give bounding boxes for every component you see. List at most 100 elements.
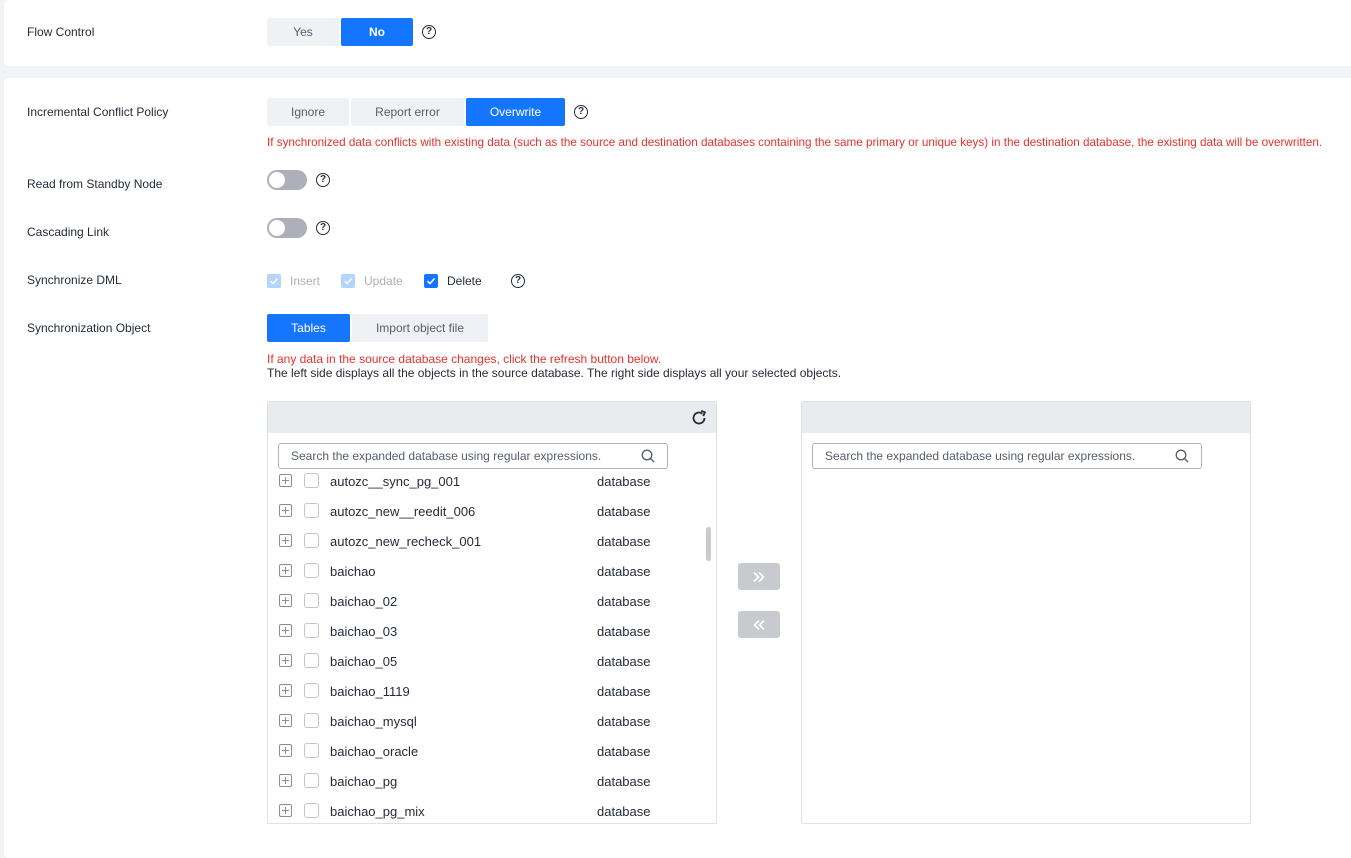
sync-dml-label: Synchronize DML <box>27 273 122 287</box>
cascading-link-help-icon[interactable]: ? <box>316 221 330 235</box>
flow-control-label: Flow Control <box>27 25 95 39</box>
expand-icon[interactable] <box>279 774 292 787</box>
conflict-overwrite-button[interactable]: Overwrite <box>466 98 565 126</box>
sync-object-import-button[interactable]: Import object file <box>352 314 488 342</box>
list-item: baichao_mysql database <box>268 707 716 737</box>
sync-object-refresh-note: If any data in the source database chang… <box>267 352 662 366</box>
checkbox-box <box>424 274 438 288</box>
double-chevron-left-icon <box>753 619 765 630</box>
cascading-link-toggle[interactable] <box>267 218 307 238</box>
flow-control-no-button[interactable]: No <box>341 18 413 46</box>
row-checkbox[interactable] <box>304 503 319 518</box>
sync-object-description: The left side displays all the objects i… <box>267 366 842 380</box>
selected-search-field[interactable] <box>812 443 1202 469</box>
object-type: database <box>597 624 651 639</box>
expand-icon[interactable] <box>279 714 292 727</box>
list-item: baichao_03 database <box>268 617 716 647</box>
check-icon <box>269 277 279 285</box>
expand-icon[interactable] <box>279 654 292 667</box>
source-search-input[interactable] <box>291 449 621 463</box>
flow-control-yes-button[interactable]: Yes <box>267 18 339 46</box>
object-name: baichao_oracle <box>330 744 419 759</box>
refresh-icon[interactable] <box>690 409 708 427</box>
selected-search-input[interactable] <box>825 449 1155 463</box>
dml-delete-label: Delete <box>447 274 482 288</box>
standby-node-toggle[interactable] <box>267 170 307 190</box>
object-type: database <box>597 714 651 729</box>
standby-node-label: Read from Standby Node <box>27 177 163 191</box>
search-icon[interactable] <box>1175 449 1189 463</box>
conflict-policy-help-icon[interactable]: ? <box>574 105 588 119</box>
list-item: baichao_1119 database <box>268 677 716 707</box>
object-name: autozc__sync_pg_001 <box>330 474 461 489</box>
row-checkbox[interactable] <box>304 683 319 698</box>
double-chevron-right-icon <box>753 571 765 582</box>
checkbox-box <box>267 274 281 288</box>
row-checkbox[interactable] <box>304 653 319 668</box>
conflict-policy-note: If synchronized data conflicts with exis… <box>267 136 1323 149</box>
selected-objects-panel <box>801 401 1251 824</box>
move-right-button[interactable] <box>738 563 780 590</box>
object-type: database <box>597 744 651 759</box>
row-checkbox[interactable] <box>304 563 319 578</box>
toggle-knob <box>269 220 285 236</box>
row-checkbox[interactable] <box>304 743 319 758</box>
list-item: baichao_02 database <box>268 587 716 617</box>
object-name: baichao <box>330 564 376 579</box>
row-checkbox[interactable] <box>304 803 319 818</box>
object-type: database <box>597 804 651 819</box>
expand-icon[interactable] <box>279 564 292 577</box>
object-type: database <box>597 684 651 699</box>
object-name: baichao_pg_mix <box>330 804 425 819</box>
sync-dml-help-icon[interactable]: ? <box>511 274 525 288</box>
move-left-button[interactable] <box>738 611 780 638</box>
conflict-ignore-button[interactable]: Ignore <box>267 98 349 126</box>
dml-update-checkbox[interactable]: Update <box>341 272 403 290</box>
expand-icon[interactable] <box>279 684 292 697</box>
list-item: baichao database <box>268 557 716 587</box>
row-checkbox[interactable] <box>304 773 319 788</box>
dml-delete-checkbox[interactable]: Delete <box>424 272 482 290</box>
object-name: baichao_pg <box>330 774 398 789</box>
row-checkbox[interactable] <box>304 623 319 638</box>
conflict-report-error-button[interactable]: Report error <box>351 98 464 126</box>
row-checkbox[interactable] <box>304 713 319 728</box>
search-icon[interactable] <box>641 449 655 463</box>
list-item: baichao_pg database <box>268 767 716 797</box>
expand-icon[interactable] <box>279 474 292 487</box>
object-type: database <box>597 474 651 489</box>
object-type: database <box>597 594 651 609</box>
check-icon <box>343 277 353 285</box>
sync-object-tables-button[interactable]: Tables <box>267 314 350 342</box>
expand-icon[interactable] <box>279 594 292 607</box>
object-type: database <box>597 774 651 789</box>
object-name: baichao_05 <box>330 654 398 669</box>
list-item: autozc__sync_pg_001 database <box>268 468 716 497</box>
object-type: database <box>597 504 651 519</box>
expand-icon[interactable] <box>279 804 292 817</box>
check-icon <box>426 277 436 285</box>
conflict-policy-segment: Ignore Report error Overwrite <box>267 98 567 126</box>
sync-object-segment: Tables Import object file <box>267 314 490 342</box>
row-checkbox[interactable] <box>304 533 319 548</box>
object-name: autozc_new_recheck_001 <box>330 534 482 549</box>
expand-icon[interactable] <box>279 504 292 517</box>
object-name: autozc_new__reedit_006 <box>330 504 476 519</box>
dml-insert-checkbox[interactable]: Insert <box>267 272 320 290</box>
row-checkbox[interactable] <box>304 473 319 488</box>
object-type: database <box>597 564 651 579</box>
source-search-field[interactable] <box>278 443 668 469</box>
dml-insert-label: Insert <box>290 274 321 288</box>
object-type: database <box>597 654 651 669</box>
expand-icon[interactable] <box>279 534 292 547</box>
object-name: baichao_03 <box>330 624 398 639</box>
conflict-policy-label: Incremental Conflict Policy <box>27 105 169 119</box>
standby-node-help-icon[interactable]: ? <box>316 173 330 187</box>
flow-control-help-icon[interactable]: ? <box>422 25 436 39</box>
expand-icon[interactable] <box>279 744 292 757</box>
row-checkbox[interactable] <box>304 593 319 608</box>
expand-icon[interactable] <box>279 624 292 637</box>
list-scrollbar[interactable] <box>706 527 711 561</box>
toggle-knob <box>269 172 285 188</box>
object-name: baichao_02 <box>330 594 398 609</box>
